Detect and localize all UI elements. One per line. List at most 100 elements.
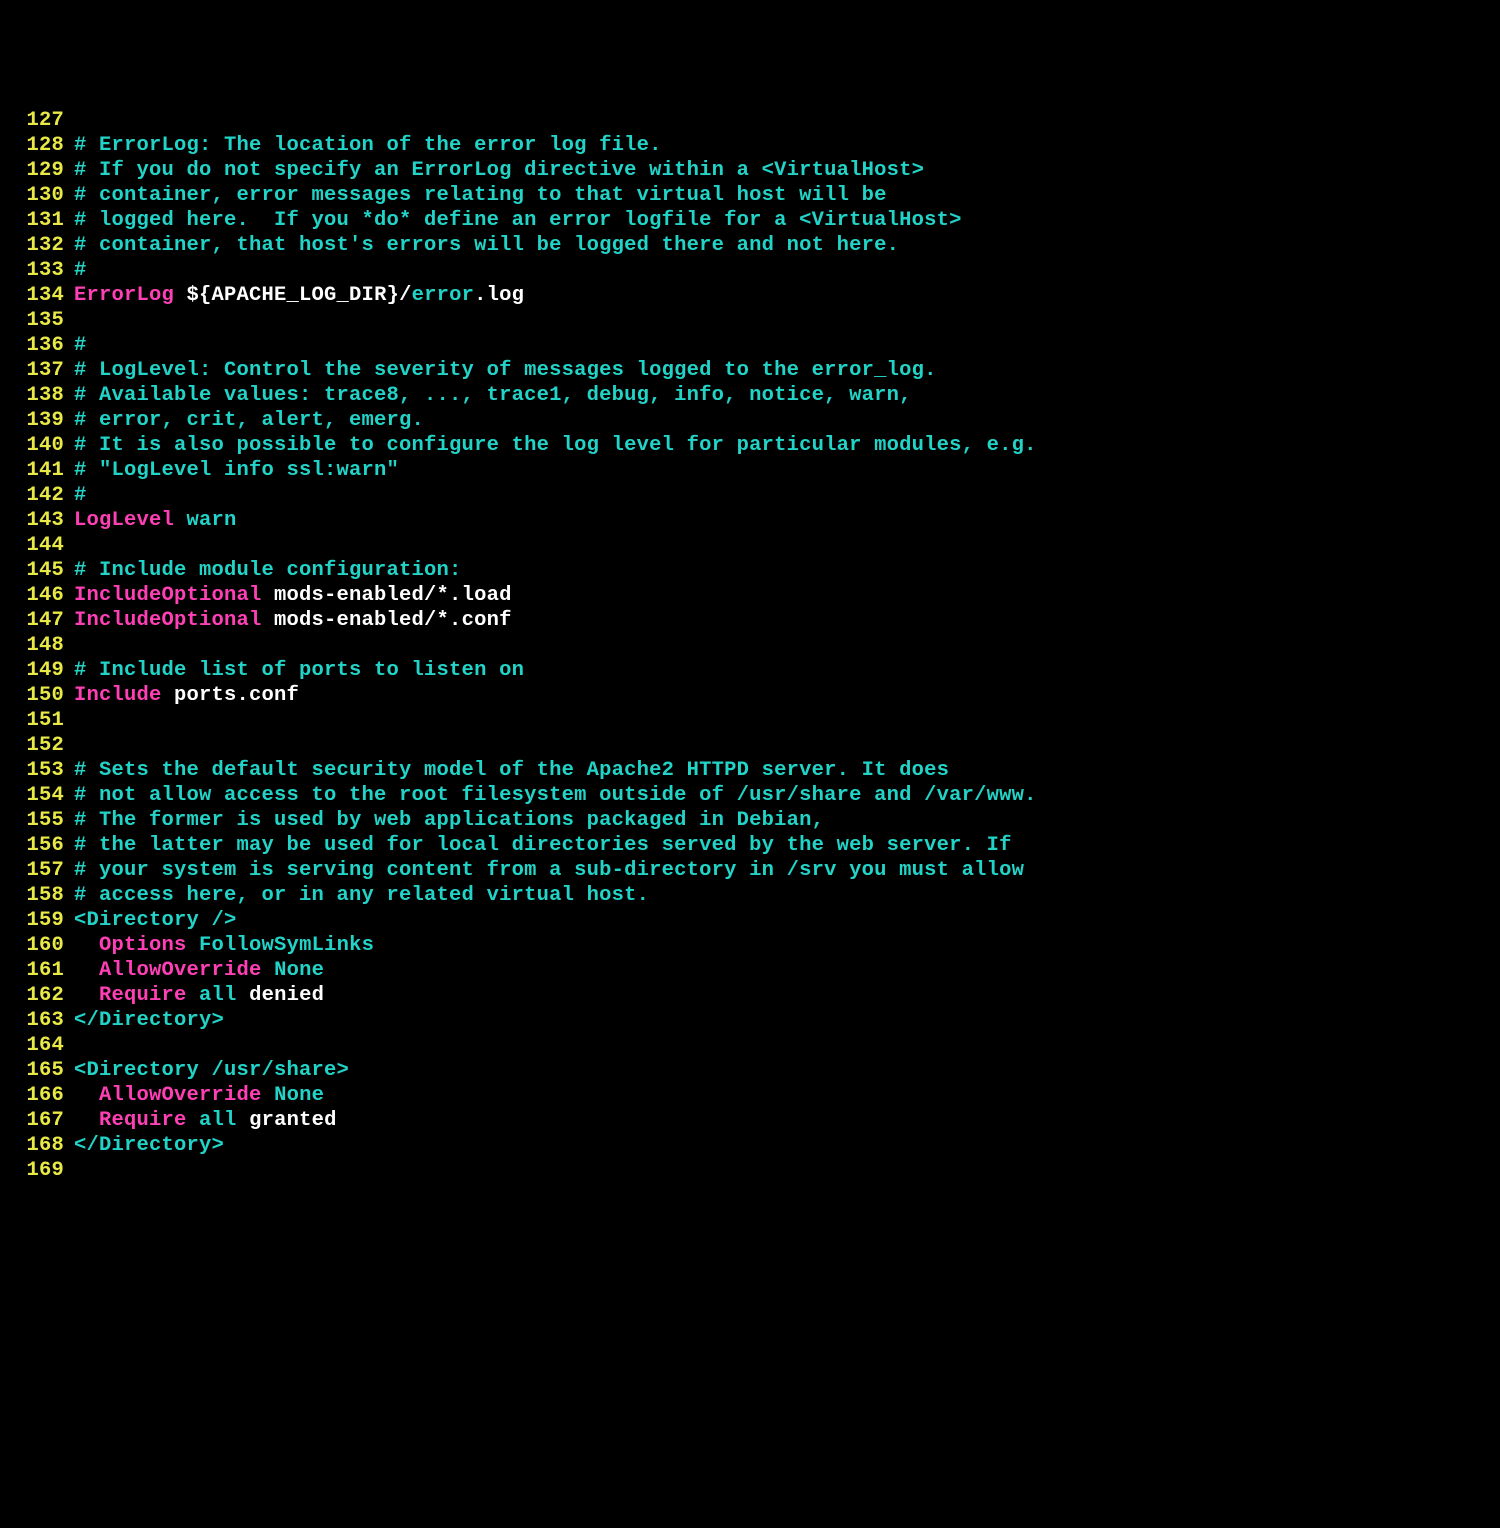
code-content[interactable]: # The former is used by web applications… [74, 808, 1488, 833]
code-content[interactable]: # [74, 483, 1488, 508]
code-content[interactable]: # It is also possible to configure the l… [74, 433, 1488, 458]
code-line[interactable]: 163 </Directory> [12, 1008, 1488, 1033]
code-content[interactable]: <Directory /> [74, 908, 1488, 933]
code-content[interactable]: # [74, 333, 1488, 358]
code-content[interactable]: Require all granted [74, 1108, 1488, 1133]
code-content[interactable] [74, 733, 1488, 758]
code-line[interactable]: 130# container, error messages relating … [12, 183, 1488, 208]
code-line[interactable]: 166 AllowOverride None [12, 1083, 1488, 1108]
code-content[interactable]: # error, crit, alert, emerg. [74, 408, 1488, 433]
code-content[interactable]: AllowOverride None [74, 958, 1488, 983]
code-content[interactable] [74, 108, 1488, 133]
code-content[interactable] [74, 708, 1488, 733]
token [187, 984, 200, 1007]
code-line[interactable]: 168</Directory> [12, 1133, 1488, 1158]
code-line[interactable]: 139# error, crit, alert, emerg. [12, 408, 1488, 433]
code-line[interactable]: 143LogLevel warn [12, 508, 1488, 533]
code-line[interactable]: 148 [12, 633, 1488, 658]
code-line[interactable]: 131 # logged here. If you *do* define an … [12, 208, 1488, 233]
token: .log [474, 284, 524, 307]
code-content[interactable]: # access here, or in any related virtual… [74, 883, 1488, 908]
line-number: 140 [12, 433, 64, 458]
code-line[interactable]: 156# the latter may be used for local di… [12, 833, 1488, 858]
code-line[interactable]: 136# [12, 333, 1488, 358]
code-line[interactable]: 169 [12, 1158, 1488, 1183]
code-line[interactable]: 157# your system is serving content from… [12, 858, 1488, 883]
code-content[interactable]: # Sets the default security model of the… [74, 758, 1488, 783]
code-content[interactable]: Options FollowSymLinks [74, 933, 1488, 958]
line-number: 131 [12, 208, 64, 233]
code-line[interactable]: 152 [12, 733, 1488, 758]
code-line[interactable]: 129# If you do not specify an ErrorLog d… [12, 158, 1488, 183]
code-content[interactable]: ErrorLog ${APACHE_LOG_DIR}/error.log [74, 283, 1488, 308]
code-content[interactable]: # not allow access to the root filesyste… [74, 783, 1488, 808]
code-line[interactable]: 141# "LogLevel info ssl:warn" [12, 458, 1488, 483]
code-content[interactable]: </Directory> [74, 1008, 1488, 1033]
code-content[interactable]: # Include module configuration: [74, 558, 1488, 583]
code-line[interactable]: 150 Include ports.conf [12, 683, 1488, 708]
code-content[interactable]: AllowOverride None [74, 1083, 1488, 1108]
code-line[interactable]: 149# Include list of ports to listen on [12, 658, 1488, 683]
code-content[interactable]: # container, that host's errors will be … [74, 233, 1488, 258]
code-line[interactable]: 154# not allow access to the root filesy… [12, 783, 1488, 808]
code-content[interactable] [74, 633, 1488, 658]
code-content[interactable]: IncludeOptional mods-enabled/*.load [74, 583, 1488, 608]
code-line[interactable]: 137# LogLevel: Control the severity of m… [12, 358, 1488, 383]
code-content[interactable] [74, 533, 1488, 558]
code-content[interactable]: # your system is serving content from a … [74, 858, 1488, 883]
code-line[interactable]: 164 [12, 1033, 1488, 1058]
code-line[interactable]: 135 [12, 308, 1488, 333]
code-content[interactable] [74, 1158, 1488, 1183]
code-content[interactable]: # If you do not specify an ErrorLog dire… [74, 158, 1488, 183]
code-content[interactable]: # container, error messages relating to … [74, 183, 1488, 208]
code-content[interactable]: # [74, 258, 1488, 283]
code-content[interactable]: Require all denied [74, 983, 1488, 1008]
code-line[interactable]: 162 Require all denied [12, 983, 1488, 1008]
code-line[interactable]: 142# [12, 483, 1488, 508]
code-line[interactable]: 128# ErrorLog: The location of the error… [12, 133, 1488, 158]
code-content[interactable]: # Include list of ports to listen on [74, 658, 1488, 683]
code-line[interactable]: 134ErrorLog ${APACHE_LOG_DIR}/error.log [12, 283, 1488, 308]
code-content[interactable]: # logged here. If you *do* define an err… [74, 208, 1488, 233]
code-content[interactable]: IncludeOptional mods-enabled/*.conf [74, 608, 1488, 633]
code-content[interactable]: <Directory /usr/share> [74, 1058, 1488, 1083]
code-line[interactable]: 158# access here, or in any related virt… [12, 883, 1488, 908]
token: # If you do not specify an ErrorLog dire… [74, 159, 924, 182]
code-content[interactable]: # LogLevel: Control the severity of mess… [74, 358, 1488, 383]
code-line[interactable]: 153# Sets the default security model of … [12, 758, 1488, 783]
line-number: 152 [12, 733, 64, 758]
code-line[interactable]: 147IncludeOptional mods-enabled/*.conf [12, 608, 1488, 633]
line-number: 163 [12, 1008, 64, 1033]
code-line[interactable]: 132# container, that host's errors will … [12, 233, 1488, 258]
code-line[interactable]: 146IncludeOptional mods-enabled/*.load [12, 583, 1488, 608]
code-content[interactable]: # the latter may be used for local direc… [74, 833, 1488, 858]
line-number: 159 [12, 908, 64, 933]
code-content[interactable]: LogLevel warn [74, 508, 1488, 533]
code-line[interactable]: 155# The former is used by web applicati… [12, 808, 1488, 833]
code-content[interactable] [74, 308, 1488, 333]
code-line[interactable]: 145# Include module configuration: [12, 558, 1488, 583]
token: </Directory> [74, 1134, 224, 1157]
code-content[interactable] [74, 1033, 1488, 1058]
code-line[interactable]: 140 # It is also possible to configure th… [12, 433, 1488, 458]
token: None [274, 959, 324, 982]
code-line[interactable]: 165<Directory /usr/share> [12, 1058, 1488, 1083]
code-editor[interactable]: 127128# ErrorLog: The location of the er… [12, 108, 1488, 1183]
code-line[interactable]: 138# Available values: trace8, ..., trac… [12, 383, 1488, 408]
code-line[interactable]: 133# [12, 258, 1488, 283]
line-number: 148 [12, 633, 64, 658]
code-content[interactable]: # ErrorLog: The location of the error lo… [74, 133, 1488, 158]
code-content[interactable]: Include ports.conf [74, 683, 1488, 708]
code-content[interactable]: </Directory> [74, 1133, 1488, 1158]
token [174, 509, 187, 532]
code-line[interactable]: 167 Require all granted [12, 1108, 1488, 1133]
line-number: 150 [12, 683, 64, 708]
code-line[interactable]: 127 [12, 108, 1488, 133]
code-line[interactable]: 160 Options FollowSymLinks [12, 933, 1488, 958]
code-line[interactable]: 144 [12, 533, 1488, 558]
code-content[interactable]: # Available values: trace8, ..., trace1,… [74, 383, 1488, 408]
code-line[interactable]: 161 AllowOverride None [12, 958, 1488, 983]
code-line[interactable]: 151 [12, 708, 1488, 733]
code-content[interactable]: # "LogLevel info ssl:warn" [74, 458, 1488, 483]
code-line[interactable]: 159 <Directory /> [12, 908, 1488, 933]
